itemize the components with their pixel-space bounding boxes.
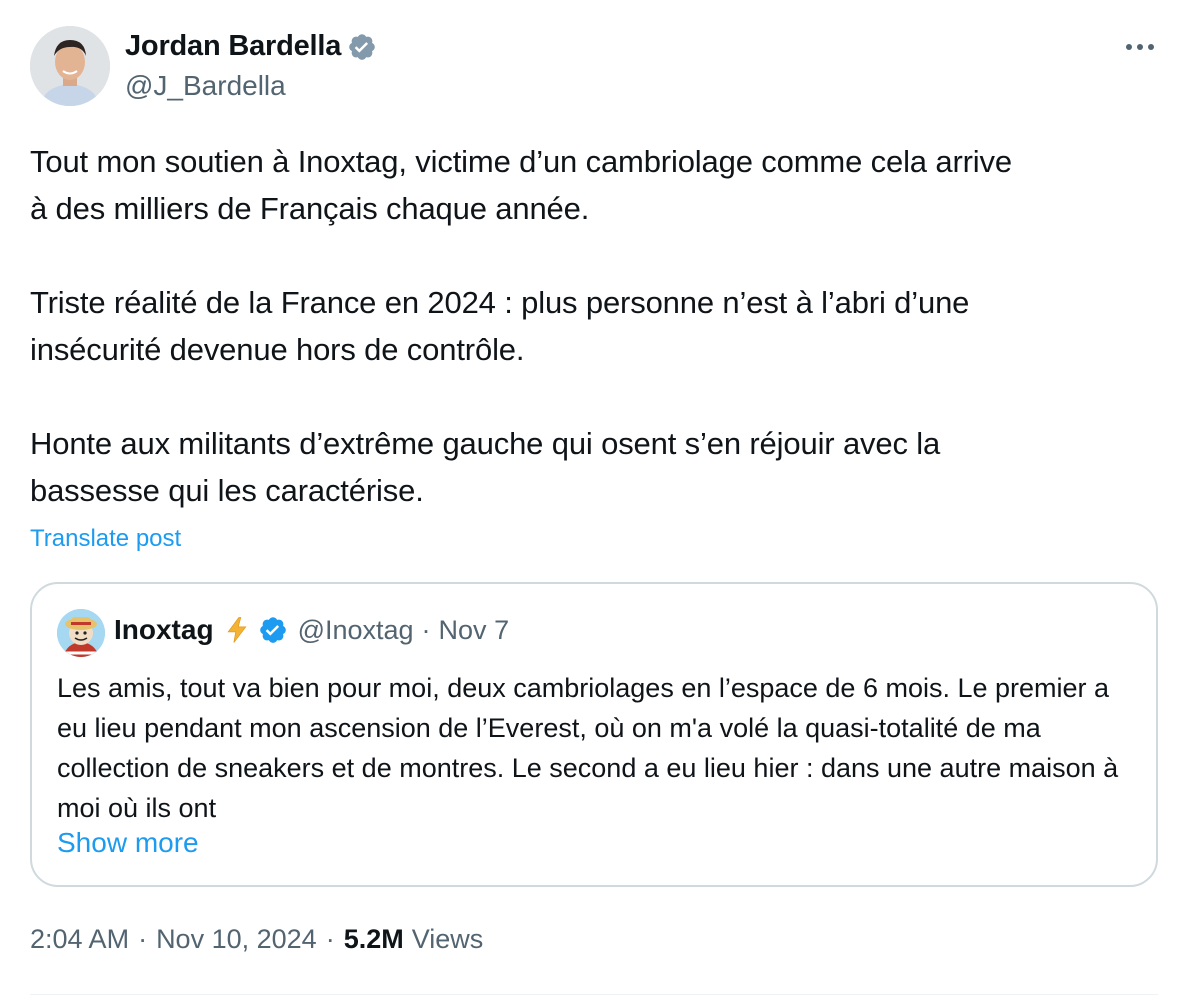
quoted-post-card[interactable]: Inoxtag @Inoxtag · Nov 7 Les amis, tout … (30, 582, 1158, 887)
author-name-row: Jordan Bardella (125, 30, 377, 63)
author-avatar[interactable] (30, 26, 110, 106)
quoted-author-avatar[interactable] (57, 609, 105, 657)
quoted-avatar-image (57, 609, 105, 657)
post-text: Tout mon soutien à Inoxtag, victime d’un… (30, 144, 1012, 508)
more-dots-icon (1126, 44, 1154, 50)
post-time[interactable]: 2:04 AM (30, 924, 129, 955)
lightning-bolt-icon (222, 615, 252, 645)
views-label: Views (411, 924, 484, 954)
author-display-name[interactable]: Jordan Bardella (125, 30, 341, 63)
quoted-post-header: Inoxtag @Inoxtag · Nov 7 (114, 614, 509, 646)
quoted-post-text: Les amis, tout va bien pour moi, deux ca… (57, 673, 1119, 823)
author-handle[interactable]: @J_Bardella (125, 70, 286, 102)
separator-dot: · (421, 614, 431, 645)
more-options-button[interactable] (1120, 30, 1160, 64)
separator-dot: · (138, 924, 148, 954)
quoted-author-handle[interactable]: @Inoxtag (298, 615, 414, 646)
verified-badge-gray-icon (347, 32, 377, 62)
views-count[interactable]: 5.2M (344, 924, 404, 955)
translate-post-link[interactable]: Translate post (30, 525, 181, 553)
post-meta: 2:04 AM · Nov 10, 2024 · 5.2M Views (30, 924, 483, 955)
divider (30, 994, 1158, 995)
quoted-author-name[interactable]: Inoxtag (114, 614, 214, 646)
verified-badge-blue-icon (258, 615, 288, 645)
author-avatar-image (30, 26, 110, 106)
quoted-post-date[interactable]: Nov 7 (439, 615, 510, 646)
show-more-link[interactable]: Show more (57, 827, 199, 859)
post-date[interactable]: Nov 10, 2024 (156, 924, 317, 955)
post-header: Jordan Bardella @J_Bardella (30, 26, 1160, 108)
separator-dot: · (325, 924, 335, 954)
